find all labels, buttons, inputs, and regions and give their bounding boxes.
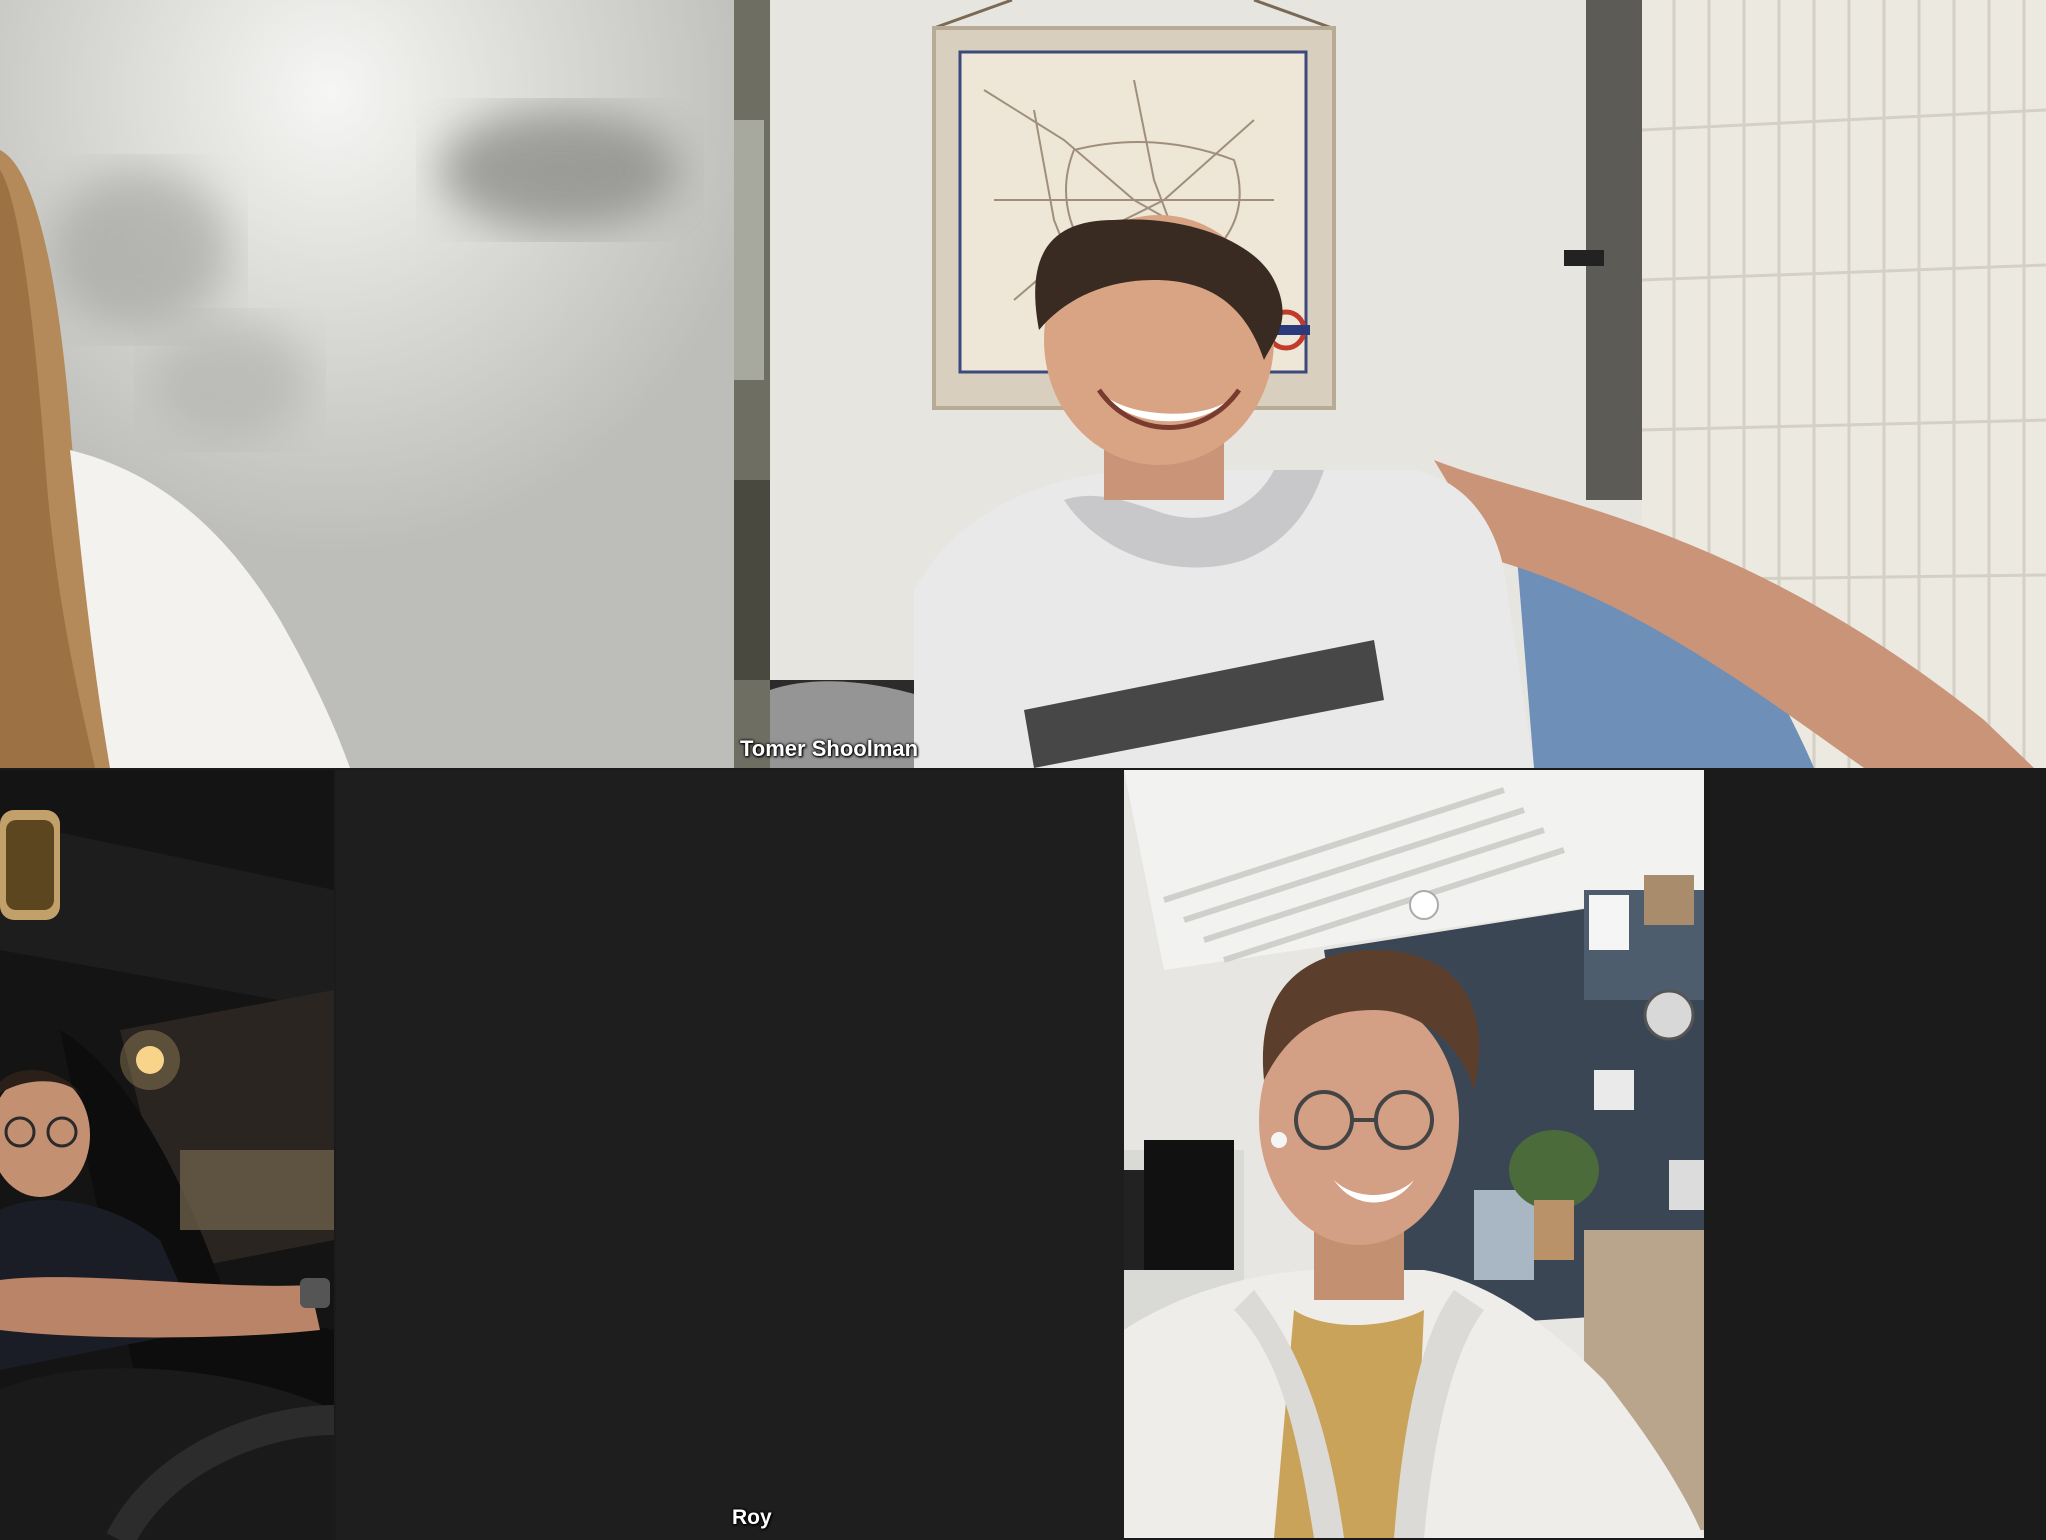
participant-name-label: Roy (732, 1506, 772, 1529)
video-tile-car-participant[interactable] (0, 770, 334, 1540)
video-tile-blurred-participant[interactable] (0, 0, 734, 768)
video-feed-blurred (0, 0, 734, 768)
video-feed-car (0, 770, 334, 1540)
empty-grid-area (1704, 770, 2046, 1540)
video-tile-office-participant[interactable] (1124, 770, 1704, 1538)
video-feed-office (1124, 770, 1704, 1538)
video-tile-roy-camera-off[interactable] (336, 770, 1124, 1540)
video-tile-tomer[interactable]: Tomer Shoolman (734, 0, 2046, 768)
participant-name-label: Tomer Shoolman (740, 736, 919, 761)
video-feed-tomer (734, 0, 2046, 768)
